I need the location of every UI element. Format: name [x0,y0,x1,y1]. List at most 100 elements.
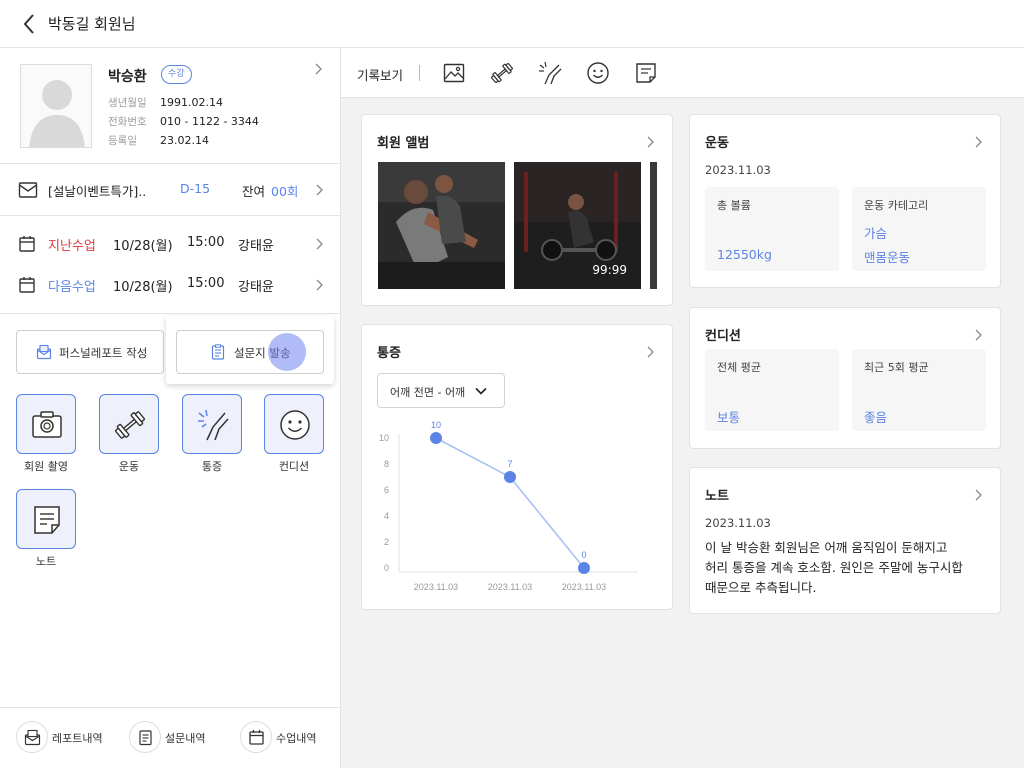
note-icon[interactable] [634,61,658,85]
icon-circle [129,721,161,753]
calendar-icon [19,236,35,252]
tile-label: 통증 [201,460,223,473]
class-kind: 다음수업 [48,280,96,295]
clipboard-icon [139,730,152,746]
volume-label: 총 볼륨 [717,199,751,212]
birth-label: 생년월일 [108,97,147,109]
body-part-dropdown[interactable]: 어깨 전면 - 어깨 [377,373,505,408]
class-trainer: 강태윤 [238,239,274,254]
tile-exercise[interactable]: 운동 [99,394,159,474]
top-bar: 박동길 회원님 [0,0,1024,48]
tile-condition[interactable]: 컨디션 [264,394,324,474]
chevron-right-icon[interactable] [645,135,655,149]
pain-icon[interactable] [538,61,562,85]
member-panel: 박승환 수강 생년월일 1991.02.14 전화번호 010 - 1122 - 3… [0,48,341,768]
note-date: 2023.11.03 [705,516,771,530]
chevron-right-icon[interactable] [973,135,983,149]
class-time: 15:00 [187,235,225,250]
category-value: 가슴 [864,226,888,241]
touch-indicator [268,333,306,371]
member-profile[interactable]: 박승환 수강 생년월일 1991.02.14 전화번호 010 - 1122 - 3… [0,48,340,164]
condition-card: 컨디션 전체 평균 보통 최근 5회 평균 좋음 [689,307,1001,449]
tile-label: 운동 [118,460,140,473]
chevron-right-icon [316,279,323,291]
x-tick-label: 2023.11.03 [562,582,606,592]
album-photo[interactable] [650,162,657,289]
exercise-title: 운동 [705,136,729,151]
y-tick-label: 2 [384,537,389,547]
clipboard-icon [211,344,225,360]
tile-box [264,394,324,454]
chevron-right-icon [316,184,323,196]
image-icon[interactable] [442,61,466,85]
x-tick-label: 2023.11.03 [488,582,532,592]
tile-photo[interactable]: 회원 촬영 [16,394,76,474]
membership-name: [설날이벤트특가].. [48,184,147,199]
chevron-right-icon[interactable] [973,328,983,342]
class-time: 15:00 [187,276,225,291]
class-date: 10/28(월) [113,280,173,295]
dumbbell-icon[interactable] [490,61,514,85]
note-card: 노트 2023.11.03 이 날 박승환 회원님은 어깨 움직임이 둔해지고 … [689,467,1001,614]
pain-icon [198,409,229,441]
data-label: 10 [431,420,441,430]
reg-label: 등록일 [108,135,137,147]
category-label: 운동 카테고리 [864,199,929,212]
tile-note[interactable]: 노트 [16,489,76,569]
smile-icon[interactable] [586,61,610,85]
page-title: 박동길 회원님 [48,15,136,33]
dropdown-value: 어깨 전면 - 어깨 [390,386,466,399]
avatar [20,64,92,148]
pain-line-chart: 0 2 4 6 8 10 10 7 0 2023.11.03 2023.11.03 2023.11… [379,420,638,592]
camera-icon [32,411,62,438]
y-tick-label: 6 [384,485,389,495]
divider [419,65,420,81]
y-tick-label: 8 [384,459,389,469]
smile-icon [280,410,310,440]
view-records-label: 기록보기 [357,68,404,83]
data-point [578,562,590,574]
tile-box [182,394,242,454]
envelope-icon [36,344,52,360]
back-arrow-icon[interactable] [18,12,42,36]
phone-row: 전화번호 010 - 1122 - 3344 [108,114,259,129]
tile-label: 컨디션 [278,460,310,473]
pain-title: 통증 [377,346,401,361]
tile-pain[interactable]: 통증 [182,394,242,474]
status-badge: 수강 [161,65,192,84]
recent-average-value: 좋음 [864,410,888,425]
personal-report-button[interactable]: 퍼스널레포트 작성 [16,330,164,374]
past-class-row[interactable]: 지난수업 10/28(월) 15:00 강태윤 [0,224,340,264]
chevron-right-icon [316,238,323,250]
pain-card: 통증 어깨 전면 - 어깨 0 2 4 6 8 10 10 7 0 2023.11.03 202… [361,324,673,610]
ticket-icon [18,182,38,198]
chevron-right-icon[interactable] [645,345,655,359]
remain-label: 잔여 [242,184,266,199]
condition-title: 컨디션 [705,329,741,344]
personal-report-label: 퍼스널레포트 작성 [59,346,148,360]
exercise-card: 운동 2023.11.03 총 볼륨 12550kg 운동 카테고리 가슴 맨몸… [689,114,1001,288]
album-photo[interactable]: 99:99 [514,162,641,289]
note-line: 허리 통증을 계속 호소함. 원인은 주말에 농구시합 [705,560,963,575]
report-history-label: 레포트내역 [52,732,103,745]
class-trainer: 강태윤 [238,280,274,295]
membership-row[interactable]: [설날이벤트특가].. D-15 잔여 00회 [0,164,340,216]
chevron-down-icon [475,387,487,395]
chevron-right-icon[interactable] [973,488,983,502]
note-icon [34,506,60,534]
note-body: 이 날 박승환 회원님은 어깨 움직임이 둔해지고 허리 통증을 계속 호소함.… [705,538,985,598]
history-bar: 레포트내역 설문내역 수업내역 [0,707,340,768]
volume-value: 12550kg [717,247,772,262]
data-label: 7 [507,459,512,469]
recent-average-stat: 최근 5회 평균 좋음 [852,349,986,431]
note-title: 노트 [705,489,729,504]
data-point [430,432,442,444]
series-line [509,476,585,569]
icon-circle [16,721,48,753]
y-tick-label: 0 [384,563,389,573]
photo-label: 99:99 [592,263,627,277]
album-photo[interactable] [378,162,505,289]
next-class-row[interactable]: 다음수업 10/28(월) 15:00 강태윤 [0,265,340,305]
chevron-right-icon[interactable] [313,62,325,76]
dumbbell-icon [115,411,145,439]
